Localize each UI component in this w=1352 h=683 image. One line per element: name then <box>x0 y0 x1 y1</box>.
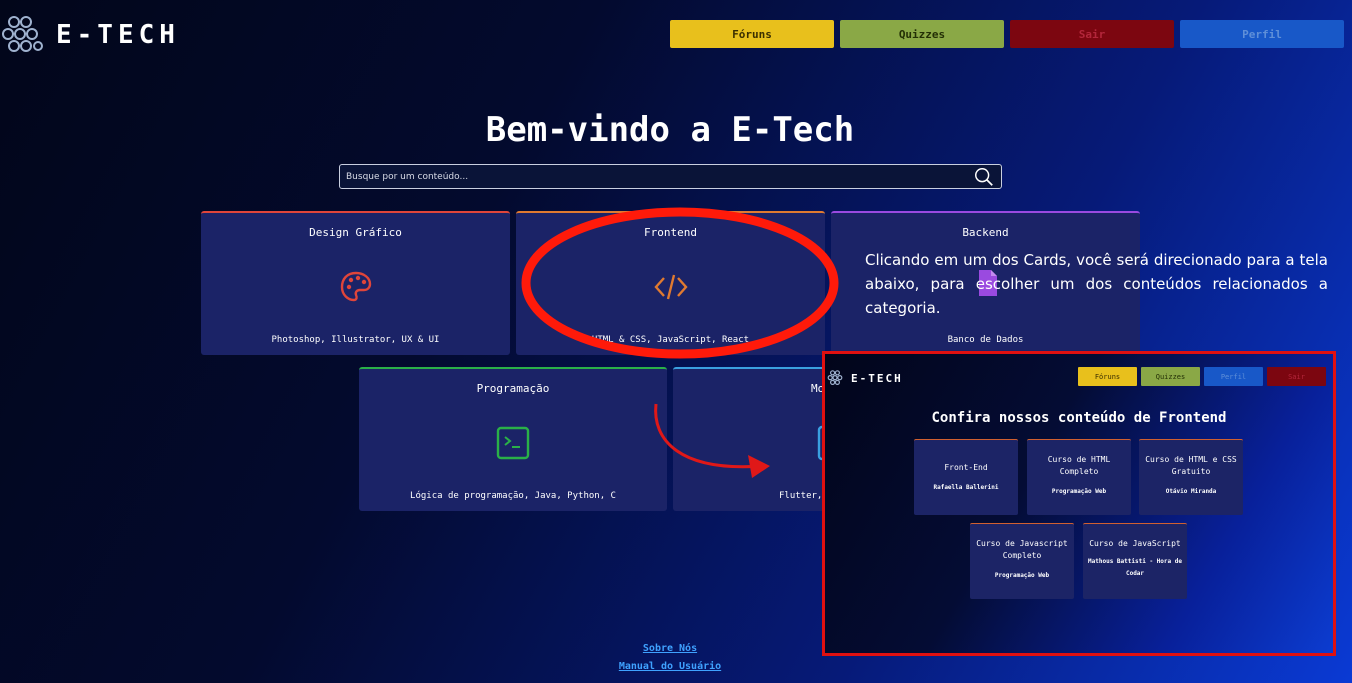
inset-nav-logout: Sair <box>1267 367 1326 386</box>
content-card-title: Curso de HTML e CSS Gratuito <box>1145 455 1237 476</box>
terminal-icon <box>496 426 530 460</box>
card-title: Programação <box>476 382 550 395</box>
logo[interactable]: E-TECH <box>0 10 180 60</box>
category-card-programming[interactable]: Programação Lógica de programação, Java,… <box>359 367 667 511</box>
content-card: Curso de Javascript Completo Programação… <box>970 523 1074 599</box>
search-icon[interactable] <box>973 166 995 188</box>
category-card-mobile[interactable]: Mo Flutter, <box>673 367 833 511</box>
footer-manual-link[interactable]: Manual do Usuário <box>0 661 1340 672</box>
content-card-title: Front-End <box>944 463 988 472</box>
nav-forums-button[interactable]: Fóruns <box>670 20 834 48</box>
annotation-text: Clicando em um dos Cards, você será dire… <box>865 251 1328 317</box>
search-bar <box>339 164 1002 189</box>
inset-nav-quizzes: Quizzes <box>1141 367 1200 386</box>
card-description: Photoshop, Illustrator, UX & UI <box>271 335 440 345</box>
content-card-title: Curso de HTML Completo <box>1047 455 1111 476</box>
inset-nav-profile: Perfil <box>1204 367 1263 386</box>
footer-about-link[interactable]: Sobre Nós <box>0 643 1340 654</box>
content-card: Curso de JavaScript Mathous Battisti - H… <box>1083 523 1187 599</box>
inset-title: Confira nossos conteúdo de Frontend <box>931 410 1227 426</box>
nav-logout-button[interactable]: Sair <box>1010 20 1174 48</box>
content-card-title: Curso de Javascript Completo <box>976 539 1068 560</box>
card-description: Flutter, <box>779 491 823 501</box>
logo-hexagon-icon <box>2 16 43 52</box>
nav-quizzes-button[interactable]: Quizzes <box>840 20 1004 48</box>
page-title: Bem-vindo a E-Tech <box>485 110 855 150</box>
card-description: HTML & CSS, JavaScript, React <box>591 335 750 345</box>
content-card-author: Otávio Miranda <box>1165 488 1217 495</box>
code-icon <box>653 274 688 300</box>
logo-text: E-TECH <box>56 20 180 50</box>
content-card: Front-End Rafaella Ballerini <box>914 439 1018 515</box>
content-card-author: Mathous Battisti - Hora de Codar <box>1088 558 1182 577</box>
inset-logo: E-TECH <box>827 368 903 388</box>
nav-profile-button[interactable]: Perfil <box>1180 20 1344 48</box>
inset-nav: Fóruns Quizzes Perfil Sair <box>1078 367 1326 386</box>
search-input[interactable] <box>340 165 960 188</box>
content-card-author: Rafaella Ballerini <box>933 484 999 491</box>
card-title: Backend <box>962 226 1009 239</box>
category-card-design[interactable]: Design Gráfico Photoshop, Illustrator, U… <box>201 211 510 355</box>
content-card-author: Programação Web <box>994 572 1050 579</box>
content-card-author: Programação Web <box>1051 488 1107 495</box>
card-title: Frontend <box>644 226 697 239</box>
card-description: Banco de Dados <box>947 335 1024 345</box>
inset-nav-forums: Fóruns <box>1078 367 1137 386</box>
content-card: Curso de HTML e CSS Gratuito Otávio Mira… <box>1139 439 1243 515</box>
inset-logo-text: E-TECH <box>851 371 903 385</box>
top-nav: Fóruns Quizzes Sair Perfil <box>670 20 1344 48</box>
inset-preview-frontend: E-TECH Fóruns Quizzes Perfil Sair Confir… <box>822 351 1336 656</box>
logo-hexagon-icon <box>827 370 843 385</box>
card-description: Lógica de programação, Java, Python, C <box>410 491 616 501</box>
content-card: Curso de HTML Completo Programação Web <box>1027 439 1131 515</box>
content-card-title: Curso de JavaScript <box>1089 539 1181 548</box>
card-title: Design Gráfico <box>309 226 402 239</box>
palette-icon <box>340 271 371 302</box>
category-card-frontend[interactable]: Frontend HTML & CSS, JavaScript, React <box>516 211 825 355</box>
